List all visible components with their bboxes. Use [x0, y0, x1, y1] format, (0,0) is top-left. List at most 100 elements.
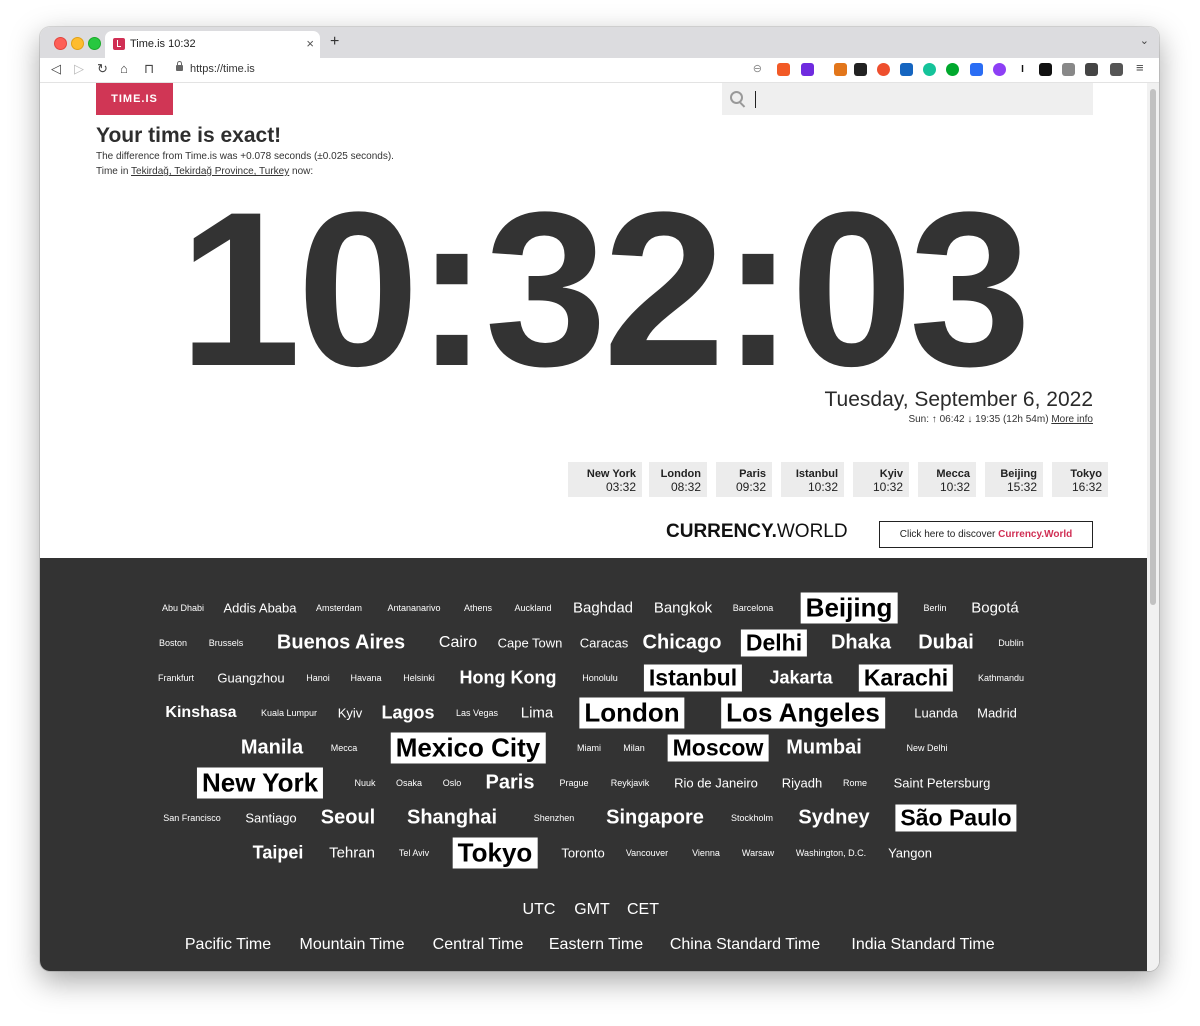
world-city-link[interactable]: Hanoi — [306, 673, 330, 683]
world-city-link[interactable]: Paris — [486, 772, 535, 795]
world-city-link[interactable]: Buenos Aires — [277, 632, 405, 655]
world-city-link[interactable]: Washington, D.C. — [796, 848, 866, 858]
world-city-link[interactable]: Lima — [521, 705, 554, 722]
world-city-link[interactable]: San Francisco — [163, 813, 221, 823]
zoom-icon[interactable]: ⊖ — [753, 62, 762, 75]
world-city-link[interactable]: Seoul — [321, 807, 375, 830]
time-is-logo[interactable]: TIME.IS — [96, 83, 173, 115]
world-city-link[interactable]: Taipei — [253, 843, 304, 864]
world-city-link[interactable]: Mumbai — [786, 737, 862, 760]
city-time-box[interactable]: Istanbul 10:32 — [781, 462, 844, 497]
world-city-link[interactable]: Las Vegas — [456, 708, 498, 718]
new-tab-button[interactable]: + — [330, 33, 339, 51]
world-city-link[interactable]: Stockholm — [731, 813, 773, 823]
city-time-box[interactable]: New York 03:32 — [568, 462, 642, 497]
extension-c-icon[interactable] — [854, 63, 867, 76]
forward-icon[interactable]: ▷ — [74, 61, 84, 77]
timezone-link[interactable]: Pacific Time — [185, 936, 271, 954]
extension-bolt-icon[interactable] — [993, 63, 1006, 76]
world-city-link[interactable]: Manila — [241, 737, 303, 760]
world-city-link[interactable]: Tehran — [329, 845, 375, 862]
wallet-icon[interactable] — [1110, 63, 1123, 76]
world-city-link[interactable]: Vancouver — [626, 848, 668, 858]
world-city-link[interactable]: Singapore — [606, 807, 704, 830]
page-scrollbar[interactable] — [1147, 83, 1159, 971]
city-search-input[interactable] — [722, 83, 1093, 115]
minimize-window-button[interactable] — [71, 37, 84, 50]
extension-v-icon[interactable] — [900, 63, 913, 76]
world-city-link[interactable]: Guangzhou — [217, 671, 284, 686]
world-city-link[interactable]: Dubai — [918, 632, 974, 655]
world-city-link[interactable]: Istanbul — [643, 664, 743, 692]
notion-icon[interactable] — [1039, 63, 1052, 76]
city-time-box[interactable]: Mecca 10:32 — [918, 462, 976, 497]
world-city-link[interactable]: Toronto — [561, 846, 604, 861]
world-city-link[interactable]: Mexico City — [390, 732, 546, 764]
timezone-link[interactable]: UTC — [523, 901, 556, 919]
extension-key-icon[interactable] — [970, 63, 983, 76]
timezone-link[interactable]: Mountain Time — [300, 936, 405, 954]
world-city-link[interactable]: Miami — [577, 743, 601, 753]
world-city-link[interactable]: São Paulo — [895, 804, 1017, 832]
world-city-link[interactable]: Rome — [843, 778, 867, 788]
reload-icon[interactable]: ↻ — [97, 61, 108, 77]
world-city-link[interactable]: Chicago — [643, 632, 722, 655]
timezone-link[interactable]: Central Time — [433, 936, 524, 954]
world-city-link[interactable]: Helsinki — [403, 673, 435, 683]
world-city-link[interactable]: Nuuk — [354, 778, 375, 788]
scrollbar-thumb[interactable] — [1150, 89, 1156, 605]
world-city-link[interactable]: Bogotá — [971, 600, 1019, 617]
world-city-link[interactable]: Milan — [623, 743, 645, 753]
world-city-link[interactable]: Moscow — [667, 734, 769, 762]
world-city-link[interactable]: Beijing — [800, 592, 898, 624]
world-city-link[interactable]: Saint Petersburg — [894, 776, 991, 791]
timezone-link[interactable]: CET — [627, 901, 659, 919]
world-city-link[interactable]: Kathmandu — [978, 673, 1024, 683]
world-city-link[interactable]: Antananarivo — [387, 603, 440, 613]
back-icon[interactable]: ◁ — [51, 61, 61, 77]
browser-menu-icon[interactable]: ≡ — [1136, 60, 1144, 75]
world-city-link[interactable]: Shenzhen — [534, 813, 575, 823]
world-city-link[interactable]: Oslo — [443, 778, 462, 788]
world-city-link[interactable]: Prague — [559, 778, 588, 788]
brave-shields-icon[interactable] — [777, 63, 790, 76]
world-city-link[interactable]: New York — [196, 767, 324, 799]
world-city-link[interactable]: Kuala Lumpur — [261, 708, 317, 718]
world-city-link[interactable]: Hong Kong — [460, 668, 557, 689]
world-city-link[interactable]: Warsaw — [742, 848, 774, 858]
grammarly-icon[interactable] — [923, 63, 936, 76]
city-time-box[interactable]: London 08:32 — [649, 462, 707, 497]
world-city-link[interactable]: Los Angeles — [721, 697, 885, 729]
world-city-link[interactable]: Kyiv — [338, 706, 363, 721]
timezone-link[interactable]: China Standard Time — [670, 936, 820, 954]
world-city-link[interactable]: Luanda — [914, 706, 957, 721]
world-city-link[interactable]: Cairo — [439, 634, 477, 652]
city-time-box[interactable]: Kyiv 10:32 — [853, 462, 909, 497]
tab-time-is[interactable]: Time.is 10:32 × — [105, 31, 320, 58]
world-city-link[interactable]: Addis Ababa — [223, 601, 296, 616]
world-city-link[interactable]: Santiago — [245, 811, 296, 826]
world-city-link[interactable]: Rio de Janeiro — [674, 776, 758, 791]
world-city-link[interactable]: Honolulu — [582, 673, 618, 683]
screenshot-icon[interactable] — [1062, 63, 1075, 76]
world-city-link[interactable]: Reykjavik — [611, 778, 650, 788]
timezone-link[interactable]: India Standard Time — [851, 936, 994, 954]
city-time-box[interactable]: Paris 09:32 — [716, 462, 772, 497]
instapaper-icon[interactable]: I — [1016, 63, 1029, 76]
currency-world-button[interactable]: Click here to discover Currency.World — [879, 521, 1093, 548]
world-city-link[interactable]: Abu Dhabi — [162, 603, 204, 613]
world-city-link[interactable]: Vienna — [692, 848, 720, 858]
metamask-icon[interactable] — [834, 63, 847, 76]
world-city-link[interactable]: Shanghai — [407, 807, 497, 830]
world-city-link[interactable]: Bangkok — [654, 600, 712, 617]
world-city-link[interactable]: Berlin — [923, 603, 946, 613]
home-icon[interactable]: ⌂ — [120, 61, 128, 76]
currency-world-logo[interactable]: CURRENCY.WORLD — [666, 521, 848, 543]
city-time-box[interactable]: Tokyo 16:32 — [1052, 462, 1108, 497]
world-city-link[interactable]: Brussels — [209, 638, 244, 648]
world-city-link[interactable]: Tel Aviv — [399, 848, 429, 858]
extensions-puzzle-icon[interactable] — [1085, 63, 1098, 76]
world-city-link[interactable]: Havana — [350, 673, 381, 683]
world-city-link[interactable]: Cape Town — [498, 636, 563, 651]
world-city-link[interactable]: Mecca — [331, 743, 358, 753]
